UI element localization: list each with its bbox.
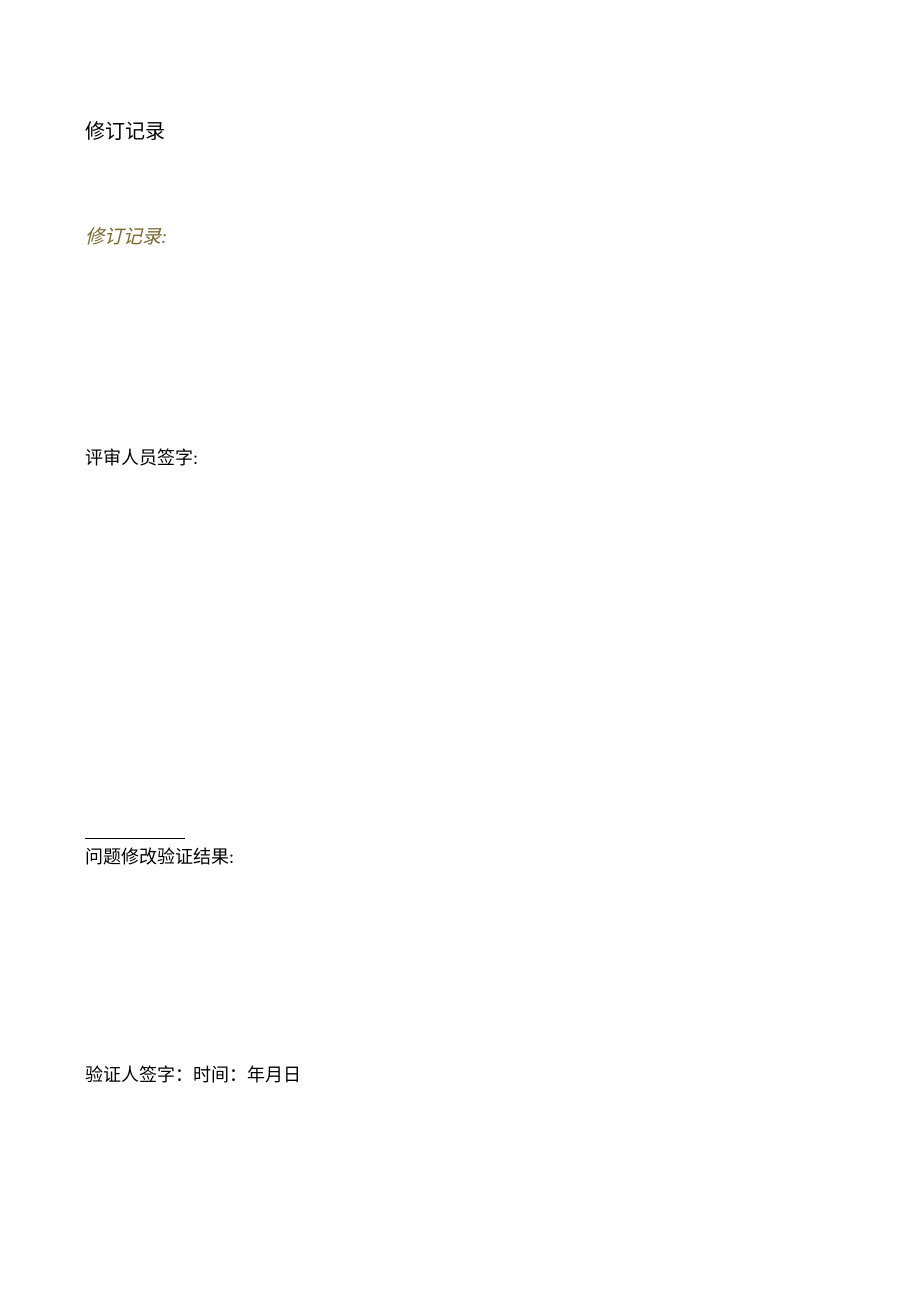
verifier-signature-label: 验证人签字：时间：年月日 (85, 1061, 835, 1087)
reviewer-signature-label: 评审人员签字: (85, 444, 835, 470)
divider-line (85, 838, 185, 839)
section-title: 修订记录 (85, 115, 835, 144)
verification-result-label: 问题修改验证结果: (85, 843, 835, 869)
revision-record-label: 修订记录: (85, 222, 835, 249)
document-page: 修订记录 修订记录: 评审人员签字: 问题修改验证结果: 验证人签字：时间：年月… (0, 0, 920, 1087)
